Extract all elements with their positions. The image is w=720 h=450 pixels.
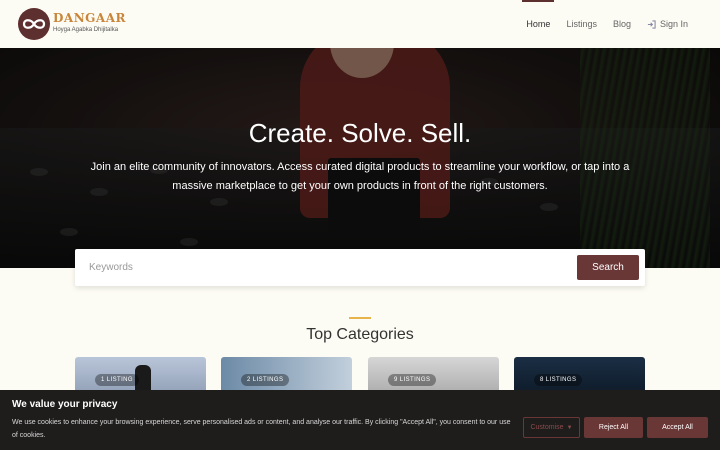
listing-count-badge: 8 LISTINGS	[534, 374, 583, 386]
nav-blog[interactable]: Blog	[613, 0, 631, 48]
search-button[interactable]: Search	[577, 255, 639, 280]
categories-title: Top Categories	[306, 326, 414, 343]
infinity-icon	[22, 19, 46, 29]
listing-count-badge: 2 LISTINGS	[241, 374, 290, 386]
section-divider	[349, 317, 371, 319]
hero-title: Create. Solve. Sell.	[248, 118, 472, 148]
listing-count-badge: 1 LISTING	[95, 374, 139, 386]
logo[interactable]	[18, 8, 50, 40]
nav-sign-in[interactable]: Sign In	[647, 0, 688, 48]
cookie-text: We use cookies to enhance your browsing …	[12, 419, 511, 439]
nav-listings[interactable]: Listings	[566, 0, 597, 48]
hero-section: Create. Solve. Sell. Join an elite commu…	[0, 48, 720, 268]
hero-subtitle: Join an elite community of innovators. A…	[90, 161, 630, 192]
brand-name[interactable]: DANGAAR	[53, 11, 126, 25]
customise-button[interactable]: Customise ▼	[523, 417, 580, 438]
chevron-down-icon: ▼	[566, 424, 573, 431]
accept-all-button[interactable]: Accept All	[647, 417, 708, 438]
site-header: DANGAAR Hoyga Agabka Dhijitalka Home Lis…	[0, 0, 720, 48]
brand-tagline: Hoyga Agabka Dhijitalka	[53, 27, 119, 33]
main-nav: Home Listings Blog Sign In	[510, 0, 688, 48]
customise-label: Customise	[530, 424, 564, 431]
sign-in-label: Sign In	[659, 19, 688, 29]
keywords-input[interactable]	[75, 249, 565, 286]
cookie-title: We value your privacy	[12, 399, 118, 410]
nav-home[interactable]: Home	[522, 0, 555, 48]
sign-in-icon	[647, 19, 656, 29]
reject-all-button[interactable]: Reject All	[584, 417, 643, 438]
cookie-banner: We value your privacy We use cookies to …	[0, 390, 720, 450]
listing-count-badge: 9 LISTINGS	[388, 374, 437, 386]
search-bar: Search	[75, 249, 645, 286]
